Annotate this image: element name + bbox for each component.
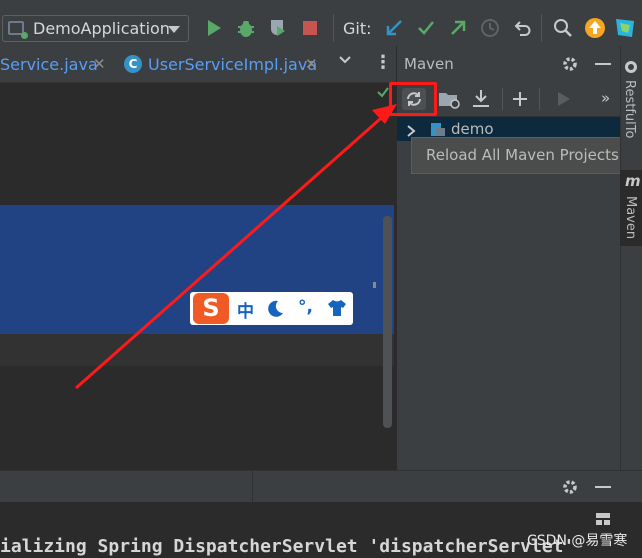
annotation-arrow: [75, 104, 397, 390]
